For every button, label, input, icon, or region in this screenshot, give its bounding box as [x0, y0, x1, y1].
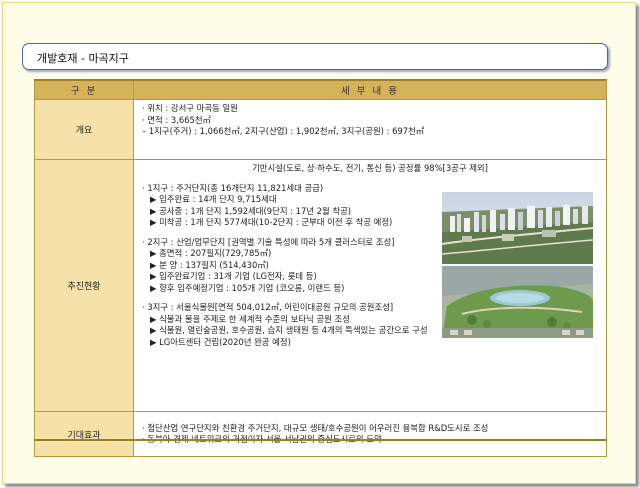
overview-line: · 위치 : 강서구 마곡동 일원 — [142, 103, 238, 113]
detail-table: 구 분 세 부 내 용 개요 · 위치 : 강서구 마곡동 일원 · 면적 : … — [34, 80, 607, 457]
park-masterplan-image — [442, 266, 593, 338]
page-title: 개발호재 - 마곡지구 — [37, 52, 129, 65]
district3-line: ▶ LG아트센터 건립(2020년 완공 예정) — [150, 336, 291, 347]
row-label-progress: 추진현황 — [34, 159, 134, 412]
header-details: 세 부 내 용 — [133, 80, 607, 100]
header-category: 구 분 — [34, 80, 134, 100]
row-label-effect: 기대효과 — [34, 411, 134, 457]
overview-line: · 면적 : 3,665천㎡ — [142, 114, 211, 125]
row-content-progress: 기반시설(도로, 상·하수도, 전기, 통신 등) 공정률 98%[3공구 제외… — [133, 159, 607, 412]
aerial-city-image — [442, 192, 593, 264]
row-content-overview: · 위치 : 강서구 마곡동 일원 · 면적 : 3,665천㎡ – 1지구(주… — [133, 99, 607, 160]
title-box: 개발호재 - 마곡지구 — [22, 43, 608, 70]
table-bottom-rule — [34, 439, 607, 441]
effect-line: · 첨단산업 연구단지와 친환경 주거단지, 대규모 생태/호수공원이 어우러진… — [142, 422, 489, 433]
infra-status: 기반시설(도로, 상·하수도, 전기, 통신 등) 공정률 98%[3공구 제외… — [252, 163, 488, 173]
row-content-effect: · 첨단산업 연구단지와 친환경 주거단지, 대규모 생태/호수공원이 어우러진… — [133, 411, 607, 457]
row-effect: 기대효과 · 첨단산업 연구단지와 친환경 주거단지, 대규모 생태/호수공원이… — [34, 411, 607, 457]
row-label-overview: 개요 — [34, 99, 134, 160]
row-overview: 개요 · 위치 : 강서구 마곡동 일원 · 면적 : 3,665천㎡ – 1지… — [34, 99, 607, 160]
table-header-row: 구 분 세 부 내 용 — [34, 80, 607, 100]
overview-line: – 1지구(주거) : 1,066천㎡, 2지구(산업) : 1,902천㎡, … — [142, 126, 425, 136]
row-progress: 추진현황 기반시설(도로, 상·하수도, 전기, 통신 등) 공정률 98%[3… — [34, 159, 607, 412]
table-top-rule — [34, 79, 607, 81]
